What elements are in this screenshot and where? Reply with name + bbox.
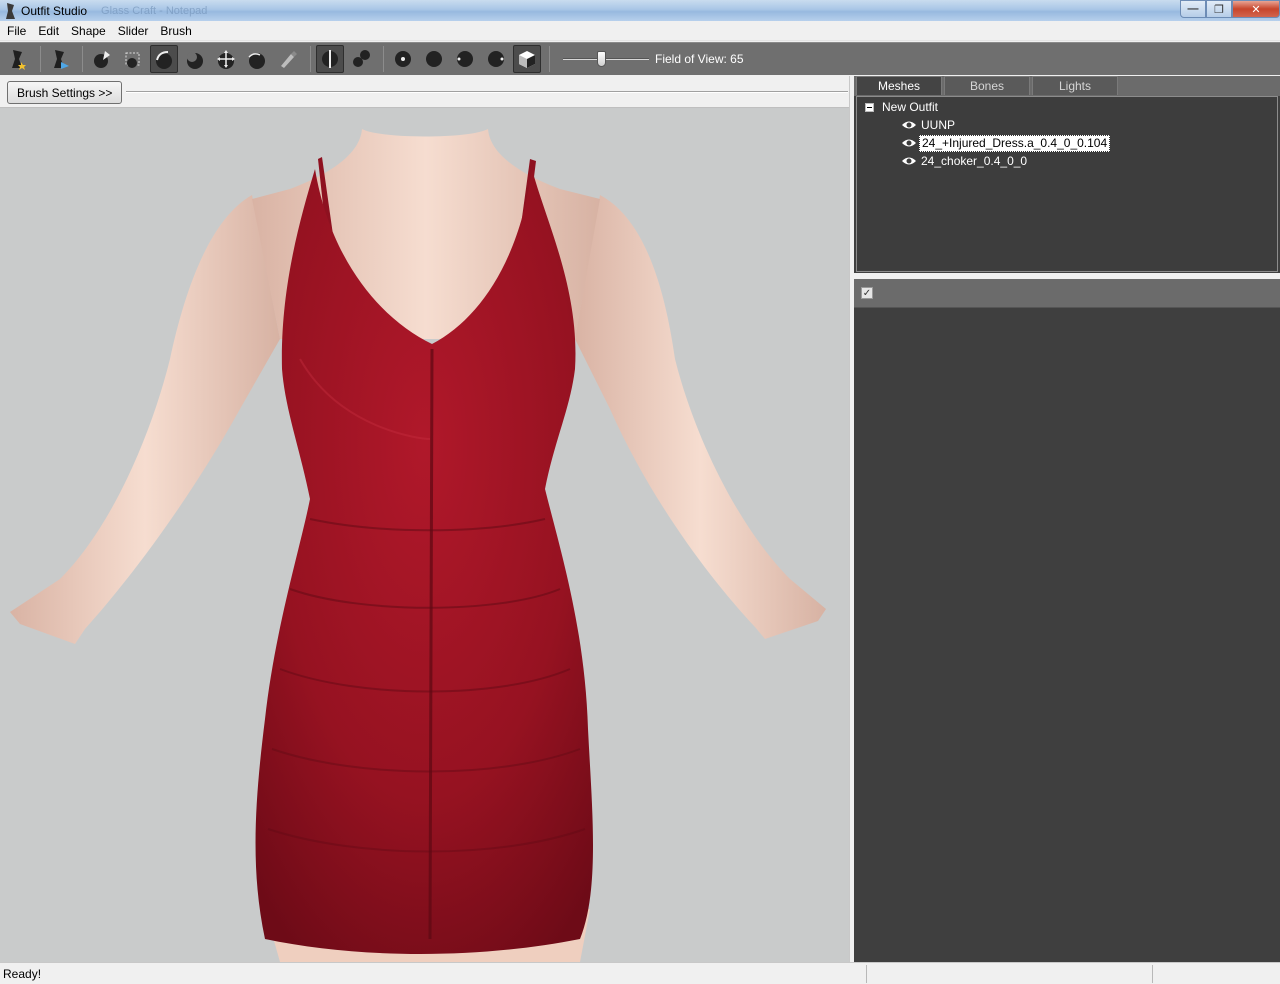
left-panel: Brush Settings >>: [0, 76, 852, 962]
tree-item-choker[interactable]: 24_choker_0.4_0_0: [901, 153, 1029, 169]
brush-settings-button[interactable]: Brush Settings >>: [7, 81, 123, 104]
perspective-button[interactable]: [513, 45, 541, 73]
menu-file[interactable]: File: [0, 24, 32, 38]
visibility-eye-icon[interactable]: [901, 138, 917, 148]
smooth-brush-icon: [248, 53, 265, 69]
right-panel: Meshes Bones Lights New Outfit UUNP 24_+…: [854, 76, 1280, 962]
weight-brush-icon: [281, 51, 297, 68]
tab-meshes[interactable]: Meshes: [856, 76, 942, 95]
view-left-icon: [457, 51, 473, 67]
select-tool-button[interactable]: [88, 45, 116, 73]
mirror-x-button[interactable]: [316, 45, 344, 73]
maximize-button[interactable]: ❐: [1206, 0, 1232, 18]
perspective-icon: [519, 51, 535, 68]
load-reference-button[interactable]: [46, 45, 74, 73]
weight-brush-button[interactable]: [274, 45, 302, 73]
status-bar: Ready!: [0, 962, 1280, 984]
load-reference-icon: [54, 50, 69, 69]
deflate-brush-icon: [187, 52, 203, 69]
move-brush-icon: [217, 50, 235, 69]
mask-tool-button[interactable]: [119, 45, 147, 73]
deflate-brush-button[interactable]: [181, 45, 209, 73]
select-tool-icon: [94, 51, 110, 68]
mirror-x-icon: [322, 50, 338, 68]
mask-tool-icon: [125, 52, 140, 68]
brush-settings-bar: Brush Settings >>: [0, 76, 852, 108]
inflate-brush-button[interactable]: [150, 45, 178, 73]
mesh-tree: New Outfit UUNP 24_+Injured_Dress.a_0.4_…: [856, 96, 1278, 272]
close-button[interactable]: ✕: [1232, 0, 1280, 18]
load-outfit-icon: [12, 50, 26, 70]
background-window-text: Glass Craft - Notepad: [101, 4, 208, 17]
tab-bones[interactable]: Bones: [944, 76, 1030, 95]
tree-item-uunp[interactable]: UUNP: [901, 117, 957, 133]
tree-root[interactable]: New Outfit: [865, 100, 938, 114]
fov-slider-thumb[interactable]: [597, 51, 606, 67]
outfit-model-render: [10, 129, 826, 962]
fov-label: Field of View: 65: [655, 52, 744, 66]
toolbar: Field of View: 65: [0, 42, 1280, 75]
menu-bar: File Edit Shape Slider Brush: [0, 21, 1280, 41]
view-right-button[interactable]: [482, 45, 510, 73]
menu-edit[interactable]: Edit: [32, 24, 65, 38]
view-front-button[interactable]: [389, 45, 417, 73]
3d-viewport[interactable]: [0, 109, 852, 962]
panel-tabs: Meshes Bones Lights: [854, 76, 1280, 96]
window-title: Outfit Studio: [21, 3, 88, 18]
visibility-eye-icon[interactable]: [901, 156, 917, 166]
connected-only-icon: [353, 50, 370, 67]
collapse-icon[interactable]: [865, 102, 874, 112]
menu-brush[interactable]: Brush: [154, 24, 197, 38]
smooth-brush-button[interactable]: [243, 45, 271, 73]
menu-shape[interactable]: Shape: [65, 24, 112, 38]
visibility-eye-icon[interactable]: [901, 120, 917, 130]
move-brush-button[interactable]: [212, 45, 240, 73]
tab-lights[interactable]: Lights: [1032, 76, 1118, 95]
status-text: Ready!: [3, 966, 42, 981]
minimize-button[interactable]: —: [1180, 0, 1206, 18]
menu-slider[interactable]: Slider: [112, 24, 155, 38]
inflate-brush-icon: [156, 51, 172, 69]
fov-slider[interactable]: [563, 48, 649, 70]
view-back-icon: [426, 51, 442, 67]
tree-root-label: New Outfit: [882, 100, 939, 114]
slider-checkbox[interactable]: ✓: [861, 287, 873, 299]
view-back-button[interactable]: [420, 45, 448, 73]
title-bar: Outfit Studio Glass Craft - Notepad — ❐ …: [0, 0, 1280, 21]
connected-only-button[interactable]: [347, 45, 375, 73]
view-right-icon: [488, 51, 504, 67]
tree-item-injured-dress[interactable]: 24_+Injured_Dress.a_0.4_0_0.104: [901, 134, 1111, 152]
load-outfit-button[interactable]: [4, 45, 32, 73]
tree-item-label: 24_choker_0.4_0_0: [921, 153, 1028, 168]
slider-panel-header: ✓: [854, 279, 1280, 308]
app-icon: [6, 2, 15, 19]
tree-item-label: 24_+Injured_Dress.a_0.4_0_0.104: [919, 134, 1111, 152]
tree-item-label: UUNP: [921, 117, 956, 132]
view-left-button[interactable]: [451, 45, 479, 73]
view-front-icon: [395, 51, 411, 67]
